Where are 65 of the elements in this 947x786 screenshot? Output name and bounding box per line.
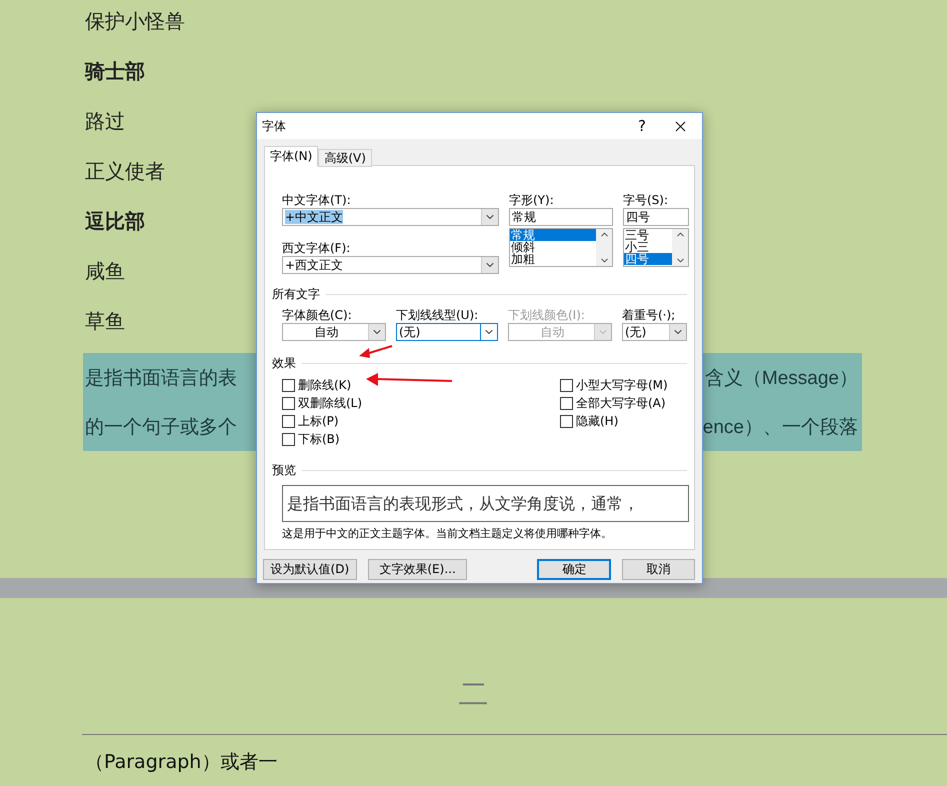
dialog-button[interactable]: 文字效果(E)... (368, 559, 468, 580)
preview-description: 这是用于中文的正文主题字体。当前文档主题定义将使用哪种字体。 (282, 526, 613, 541)
document-line: 咸鱼 (85, 258, 125, 285)
checkbox-square (282, 396, 295, 410)
field-label: 字号(S): (623, 192, 670, 208)
checkbox-square (282, 378, 295, 392)
document-line: 路过 (85, 108, 125, 135)
checkbox-square (560, 414, 573, 428)
input-field[interactable]: 四号 (623, 208, 689, 226)
paragraph-text: 是指书面语言的表 (85, 366, 237, 390)
field-label: 下划线颜色(I): (508, 307, 586, 323)
field-label: 西文字体(F): (282, 240, 352, 256)
dialog-button[interactable]: 设为默认值(D) (263, 559, 357, 580)
paragraph-text: 的一个句子或多个 (85, 416, 237, 440)
dropdown[interactable]: (无) (622, 323, 687, 341)
list-item[interactable]: 加粗 (510, 253, 596, 265)
input-field[interactable]: 常规 (509, 208, 613, 226)
preview-box: 是指书面语言的表现形式，从文学角度说，通常， (282, 485, 689, 522)
checkbox[interactable]: 小型大写字母(M) (560, 376, 687, 394)
list-box[interactable]: 常规 倾斜 加粗 (509, 228, 613, 267)
field-label: 字形(Y): (509, 192, 555, 208)
checkbox-square (282, 432, 295, 446)
document-line: （Paragraph）或者一 (85, 750, 278, 775)
list-item[interactable]: 四号 (624, 253, 672, 265)
list-item[interactable]: 常规 (510, 229, 596, 241)
checkbox-square (560, 378, 573, 392)
document-line: 草鱼 (85, 308, 125, 335)
checkbox-square (282, 414, 295, 428)
dialog-button[interactable]: 确定 (537, 559, 612, 580)
list-item[interactable]: 三号 (624, 229, 672, 241)
checkbox[interactable]: 下标(B) (282, 430, 560, 448)
checkbox[interactable]: 上标(P) (282, 412, 560, 430)
document-line: 保护小怪兽 (85, 8, 185, 35)
arrow-icon (365, 373, 453, 387)
document-line: 逗比部 (85, 208, 145, 235)
list-box[interactable]: 三号 小三 四号 (623, 228, 689, 267)
tab[interactable]: 高级(V) (318, 149, 372, 167)
page-header: 二 (458, 676, 490, 714)
field-label: 下划线线型(U): (396, 307, 480, 323)
help-button[interactable]: ? (622, 117, 662, 135)
font-dropdown[interactable]: +西文正文 (282, 256, 499, 274)
document-line: 骑士部 (85, 58, 145, 85)
arrow-icon (358, 343, 394, 361)
paragraph-text: ence）、一个段落 (702, 416, 858, 440)
section-title: 预览 (272, 462, 296, 479)
field-label: 字体颜色(C): (282, 307, 353, 323)
checkbox-square (560, 396, 573, 410)
font-dropdown[interactable]: +中文正文 (282, 208, 499, 226)
checkbox[interactable]: 删除线(K) (282, 376, 560, 394)
document-line: 正义使者 (85, 158, 165, 185)
list-item[interactable]: 小三 (624, 241, 672, 253)
field-label: 中文字体(T): (282, 192, 352, 208)
checkbox[interactable]: 全部大写字母(A) (560, 394, 687, 412)
paragraph-text: 含义（Message） (704, 366, 858, 390)
dropdown[interactable]: 自动 (282, 323, 386, 341)
dialog-button[interactable]: 取消 (622, 559, 695, 580)
checkbox[interactable]: 隐藏(H) (560, 412, 687, 430)
tab[interactable]: 字体(N) (264, 146, 318, 166)
dropdown[interactable]: (无) (396, 323, 498, 341)
section-title: 所有文字 (272, 286, 320, 303)
list-item[interactable]: 倾斜 (510, 241, 596, 253)
dialog-title: 字体 (262, 118, 287, 134)
section-title: 效果 (272, 355, 296, 372)
checkbox[interactable]: 双删除线(L) (282, 394, 560, 412)
field-label: 着重号(·); (622, 307, 676, 323)
